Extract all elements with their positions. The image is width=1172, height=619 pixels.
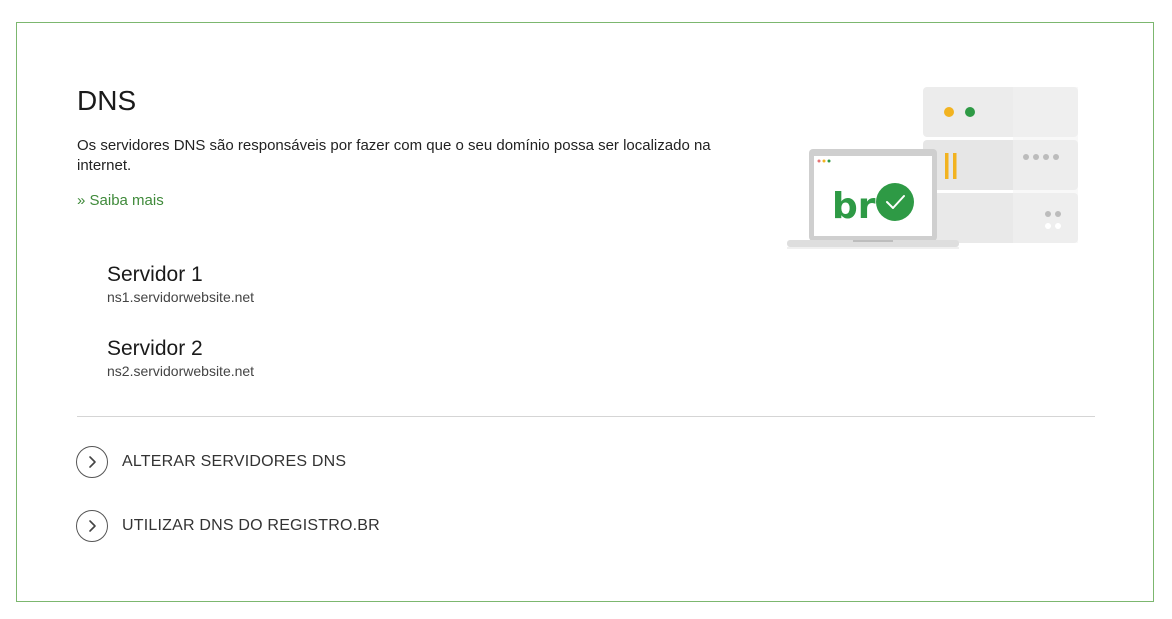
status-light-green [965,107,975,117]
action-label: UTILIZAR DNS DO REGISTRO.BR [122,517,380,534]
page-title: DNS [77,85,137,116]
br-logo: br [832,186,876,227]
status-light-yellow [944,107,954,117]
chevron-right-icon [76,510,108,542]
server-name: Servidor 2 [107,337,203,360]
dns-description: Os servidores DNS são responsáveis por f… [77,137,711,174]
server-host: ns2.servidorwebsite.net [107,363,255,379]
laptop-icon: br [787,149,959,249]
use-registro-dns-button[interactable]: UTILIZAR DNS DO REGISTRO.BR [76,510,380,542]
action-label: ALTERAR SERVIDORES DNS [122,453,347,470]
server-1-entry: Servidor 1 ns1.servidorwebsite.net [107,262,254,306]
server-2-entry: Servidor 2 ns2.servidorwebsite.net [107,336,254,380]
change-dns-servers-button[interactable]: ALTERAR SERVIDORES DNS [76,446,346,478]
server-rack-icon [923,87,1078,243]
dns-panel: DNS Os servidores DNS são responsáveis p… [16,22,1154,602]
server-host: ns1.servidorwebsite.net [107,289,255,305]
learn-more-link[interactable]: » Saiba mais [77,192,164,209]
section-divider [77,416,1095,417]
server-laptop-illustration: br [787,87,1078,249]
check-icon [876,183,914,221]
chevron-right-icon [76,446,108,478]
server-name: Servidor 1 [107,263,203,286]
